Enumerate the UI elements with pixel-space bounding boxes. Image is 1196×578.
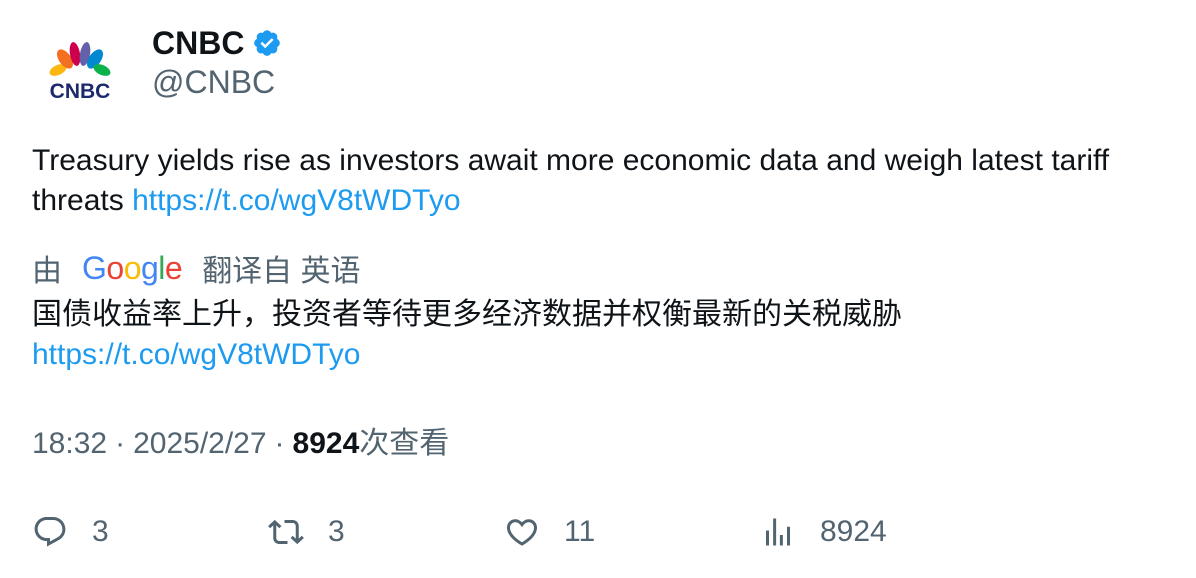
heart-icon [506,519,538,546]
reply-count: 3 [92,515,109,548]
retweet-button[interactable]: 3 [268,508,345,556]
action-bar: 3 3 11 8924 [32,508,1162,556]
user-handle[interactable]: @CNBC [152,62,282,102]
display-name-row: CNBC [152,24,282,62]
tweet-link[interactable]: https://t.co/wgV8tWDTyo [132,184,460,217]
display-name[interactable]: CNBC [152,24,244,62]
svg-text:CNBC: CNBC [50,80,111,103]
translation-suffix: 翻译自 英语 [202,255,361,288]
author-names: CNBC @CNBC [152,22,282,102]
avatar[interactable]: CNBC [32,22,128,118]
tweet-meta: 18:32 · 2025/2/27 · 8924 次查看 [32,424,449,464]
meta-separator: · [274,427,285,460]
views-count: 8924 [292,427,360,460]
views-button[interactable]: 8924 [760,508,887,556]
translation-attribution: 由 Google 翻译自 英语 [32,246,361,290]
translated-text: 国债收益率上升，投资者等待更多经济数据并权衡最新的关税威胁 [32,298,902,331]
views-label: 次查看 [359,427,450,460]
meta-separator: · [115,427,126,460]
views-chart-icon [766,518,790,546]
google-logo-icon: Google [82,249,183,286]
reply-icon [34,517,66,547]
tweet-date[interactable]: 2025/2/27 [133,424,266,464]
like-button[interactable]: 11 [504,508,595,556]
translated-link[interactable]: https://t.co/wgV8tWDTyo [32,338,360,371]
tweet-header: CNBC CNBC @CNBC [32,22,282,122]
translated-body: 国债收益率上升，投资者等待更多经济数据并权衡最新的关税威胁 https://t.… [32,295,1162,375]
retweet-count: 3 [328,515,345,548]
cnbc-peacock-logo-icon: CNBC [49,42,111,103]
translation-prefix: 由 [32,255,62,288]
tweet-time[interactable]: 18:32 [32,424,107,464]
tweet-body: Treasury yields rise as investors await … [32,141,1162,221]
retweet-icon [268,519,304,545]
verified-badge-icon[interactable] [252,28,282,58]
like-count: 11 [564,515,596,548]
reply-button[interactable]: 3 [32,508,109,556]
views-action-count: 8924 [820,515,887,548]
